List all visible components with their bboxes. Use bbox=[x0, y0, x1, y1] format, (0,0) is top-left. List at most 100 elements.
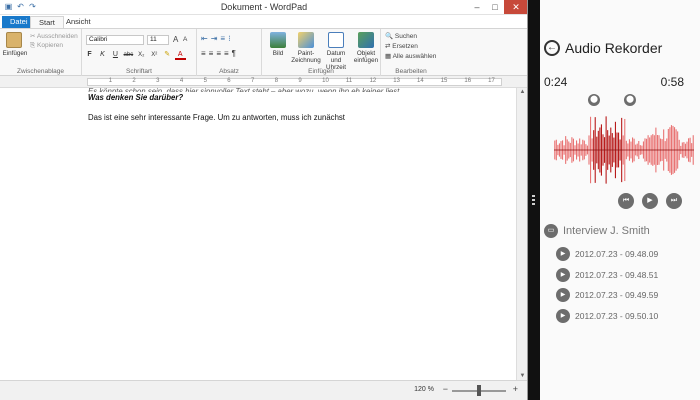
zoom-slider-thumb[interactable] bbox=[477, 385, 481, 396]
insert-group: Bild Paint-Zeichnung Datum und Uhrzeit O… bbox=[262, 29, 381, 76]
ribbon-tabs: Datei Start Ansicht bbox=[0, 15, 527, 28]
select-all-button[interactable]: ▦ Alle auswählen bbox=[385, 52, 436, 60]
ruler-number: 13 bbox=[393, 78, 400, 84]
ruler-number: 9 bbox=[298, 78, 302, 84]
clipboard-group: Einfügen ✂ Ausschneiden ⎘ Kopieren Zwisc… bbox=[0, 29, 82, 76]
tab-view[interactable]: Ansicht bbox=[58, 16, 99, 28]
align-icons[interactable]: ≡≡≡≡¶ bbox=[201, 49, 239, 58]
recording-timestamp: 2012.07.23 - 09.49.59 bbox=[575, 290, 659, 301]
recording-timestamp: 2012.07.23 - 09.48.09 bbox=[575, 249, 659, 260]
ruler-number: 15 bbox=[440, 78, 448, 84]
recording-folder[interactable]: ▭ Interview J. Smith bbox=[544, 224, 650, 238]
format-buttons: F K U abc X₂ X² ✎ A bbox=[84, 50, 186, 60]
ribbon: Einfügen ✂ Ausschneiden ⎘ Kopieren Zwisc… bbox=[0, 28, 527, 76]
close-button[interactable]: ✕ bbox=[504, 0, 527, 14]
paragraph-group: ⇤⇥≡⁝ ≡≡≡≡¶ Absatz bbox=[197, 29, 262, 76]
paint-icon[interactable] bbox=[298, 32, 314, 48]
forward-icon[interactable]: ⏭ bbox=[666, 193, 682, 209]
recording-item[interactable]: ▶ 2012.07.23 - 09.50.10 bbox=[556, 306, 658, 327]
calendar-icon[interactable] bbox=[328, 32, 344, 48]
document-area[interactable]: Es könnte schon sein, dass hier sinnvoll… bbox=[0, 87, 516, 380]
zoom-out-button[interactable]: − bbox=[443, 384, 448, 394]
bold-button[interactable]: F bbox=[84, 51, 95, 58]
marker-pin-icon[interactable]: ⬤ bbox=[624, 94, 636, 106]
font-family-select[interactable]: Calibri bbox=[86, 35, 144, 45]
minimize-button[interactable]: – bbox=[468, 0, 486, 14]
font-group: Calibri 11 A A F K U abc X₂ X² ✎ A Schri… bbox=[82, 29, 197, 76]
ruler-number: 10 bbox=[322, 78, 329, 84]
ruler-track: 1 2 3 4 5 6 7 8 9 10 11 12 13 14 15 16 17 bbox=[87, 78, 502, 86]
recording-list: ▶ 2012.07.23 - 09.48.09 ▶ 2012.07.23 - 0… bbox=[556, 244, 658, 326]
subscript-button[interactable]: X₂ bbox=[136, 52, 147, 58]
ruler-number: 6 bbox=[227, 78, 231, 84]
scroll-up-icon[interactable]: ▲ bbox=[517, 89, 527, 95]
ruler-number: 5 bbox=[203, 78, 207, 84]
recorder-title: Audio Rekorder bbox=[565, 40, 663, 56]
object-button[interactable]: Objekt einfügen bbox=[351, 50, 381, 64]
play-icon[interactable]: ▶ bbox=[556, 267, 570, 282]
wordpad-window: ▣ ↶ ↷ Dokument - WordPad – □ ✕ Datei Sta… bbox=[0, 0, 528, 400]
italic-button[interactable]: K bbox=[97, 51, 108, 58]
document-text[interactable]: Es könnte schon sein, dass hier sinnvoll… bbox=[88, 87, 488, 124]
strikethrough-button[interactable]: abc bbox=[123, 52, 134, 58]
shrink-font-button[interactable]: A bbox=[183, 36, 187, 43]
object-icon[interactable] bbox=[358, 32, 374, 48]
window-controls: – □ ✕ bbox=[468, 0, 527, 14]
replace-button[interactable]: ⇄ Ersetzen bbox=[385, 42, 418, 50]
copy-button[interactable]: ⎘ Kopieren bbox=[30, 42, 63, 50]
document-question: Was denken Sie darüber? bbox=[88, 93, 184, 102]
play-icon[interactable]: ▶ bbox=[642, 193, 658, 209]
image-icon[interactable] bbox=[270, 32, 286, 48]
recording-item[interactable]: ▶ 2012.07.23 - 09.48.09 bbox=[556, 244, 658, 265]
playback-controls: ⏮ ▶ ⏭ bbox=[618, 193, 682, 209]
audio-recorder-app: ← Audio Rekorder 0:24 0:58 ⬤ ⬤ ⏮ ▶ ⏭ ▭ I… bbox=[540, 0, 700, 400]
snap-splitter[interactable] bbox=[528, 0, 540, 400]
scroll-down-icon[interactable]: ▼ bbox=[517, 373, 527, 379]
underline-button[interactable]: U bbox=[110, 51, 121, 58]
ruler-number: 8 bbox=[274, 78, 279, 84]
insert-group-label: Einfügen bbox=[308, 68, 334, 75]
recording-item[interactable]: ▶ 2012.07.23 - 09.49.59 bbox=[556, 285, 658, 306]
recording-timestamp: 2012.07.23 - 09.50.10 bbox=[575, 310, 659, 321]
font-size-select[interactable]: 11 bbox=[147, 35, 169, 45]
splitter-grip-icon[interactable] bbox=[532, 195, 535, 207]
indent-icons[interactable]: ⇤⇥≡⁝ bbox=[201, 34, 234, 43]
highlight-icon[interactable]: ✎ bbox=[162, 50, 173, 58]
paint-button[interactable]: Paint-Zeichnung bbox=[290, 50, 322, 64]
superscript-button[interactable]: X² bbox=[149, 52, 160, 58]
zoom-in-button[interactable]: + bbox=[513, 384, 518, 394]
ruler-number: 14 bbox=[417, 78, 424, 84]
ruler-number: 4 bbox=[179, 78, 184, 84]
waveform[interactable] bbox=[554, 112, 694, 188]
vertical-scrollbar[interactable]: ▲ ▼ bbox=[516, 88, 527, 380]
cut-button[interactable]: ✂ Ausschneiden bbox=[30, 32, 78, 40]
image-button[interactable]: Bild bbox=[264, 50, 292, 57]
font-color-icon[interactable]: A bbox=[174, 51, 186, 60]
status-bar: 120 % − + bbox=[0, 380, 527, 400]
ruler-number: 16 bbox=[464, 78, 472, 84]
edit-group-label: Bearbeiten bbox=[395, 68, 427, 75]
recording-timestamp: 2012.07.23 - 09.48.51 bbox=[575, 269, 659, 280]
maximize-button[interactable]: □ bbox=[486, 0, 504, 14]
rewind-icon[interactable]: ⏮ bbox=[618, 193, 634, 209]
marker-pin-icon[interactable]: ⬤ bbox=[588, 94, 600, 106]
play-icon[interactable]: ▶ bbox=[556, 308, 570, 323]
find-button[interactable]: 🔍 Suchen bbox=[385, 32, 417, 40]
document-paragraph: Das ist eine sehr interessante Frage. Um… bbox=[88, 113, 345, 122]
play-icon[interactable]: ▶ bbox=[556, 247, 570, 262]
window-title: Dokument - WordPad bbox=[220, 2, 308, 12]
folder-name: Interview J. Smith bbox=[563, 225, 650, 237]
grow-font-button[interactable]: A bbox=[173, 35, 178, 44]
ruler-number: 12 bbox=[369, 78, 377, 84]
play-icon[interactable]: ▶ bbox=[556, 288, 570, 303]
ruler-number: 7 bbox=[251, 78, 255, 84]
paste-button[interactable]: Einfügen bbox=[1, 50, 29, 57]
edit-group: 🔍 Suchen ⇄ Ersetzen ▦ Alle auswählen Bea… bbox=[381, 29, 441, 76]
folder-icon: ▭ bbox=[544, 224, 558, 238]
font-group-label: Schriftart bbox=[125, 68, 152, 75]
paste-icon[interactable] bbox=[6, 32, 22, 48]
back-arrow-icon[interactable]: ← bbox=[544, 40, 560, 56]
ruler-number: 11 bbox=[345, 78, 353, 84]
recording-item[interactable]: ▶ 2012.07.23 - 09.48.51 bbox=[556, 265, 658, 286]
time-start: 0:24 bbox=[544, 75, 568, 89]
